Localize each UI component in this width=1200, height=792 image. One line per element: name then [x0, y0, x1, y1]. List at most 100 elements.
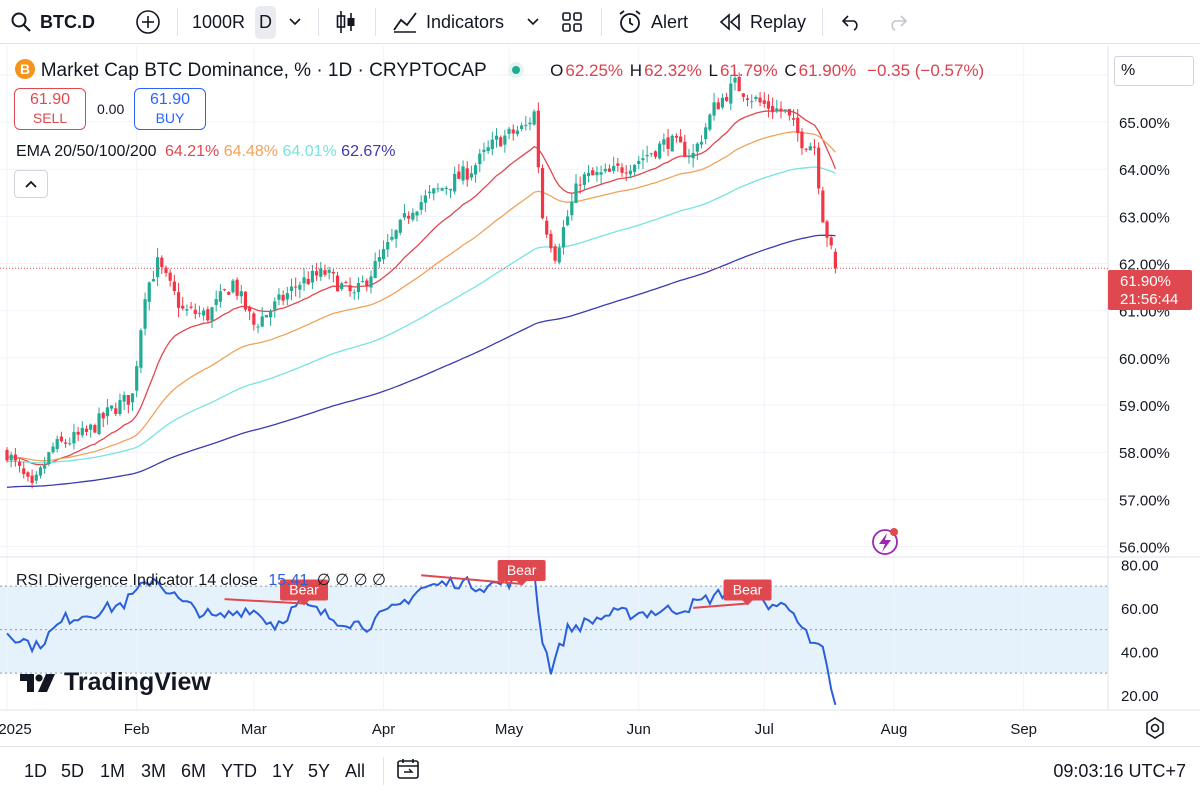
candle-body [294, 286, 298, 288]
range-5d[interactable]: 5D [61, 761, 84, 782]
candle-body [381, 249, 386, 260]
candle-body [423, 195, 427, 203]
close-label: C [784, 61, 797, 80]
candle-body [490, 139, 494, 150]
settings-gear-icon[interactable] [1143, 716, 1167, 740]
candle-body [750, 101, 754, 103]
candle-body [34, 474, 38, 481]
range-ytd[interactable]: YTD [221, 761, 257, 782]
high-label: H [629, 61, 643, 80]
grid-icon [562, 12, 582, 32]
candle-body [415, 211, 419, 216]
templates-button[interactable] [561, 0, 583, 44]
compare-symbol-button[interactable] [135, 0, 161, 44]
candle-body [528, 122, 532, 125]
rsi-axis: 80.00 60.00 40.00 20.00 [1121, 557, 1159, 705]
candle-body [147, 282, 151, 302]
candle-body [599, 172, 603, 175]
range-6m[interactable]: 6M [181, 761, 206, 782]
tradingview-watermark: TradingView [18, 668, 211, 697]
last-price-label: 61.90% 21:56:44 [1108, 270, 1192, 310]
candle-body [84, 428, 89, 432]
range-5y[interactable]: 5Y [308, 761, 330, 782]
symbol-search[interactable]: BTC.D [10, 0, 95, 44]
candle-body [812, 146, 817, 148]
alert-button[interactable]: Alert [617, 0, 688, 44]
interval-dropdown[interactable] [288, 0, 302, 44]
candle-body [670, 135, 674, 152]
chart-type-button[interactable] [335, 0, 357, 44]
candle-body [193, 309, 197, 314]
x-tick-label: Feb [124, 721, 150, 738]
range-1y[interactable]: 1Y [272, 761, 294, 782]
candle-body [540, 168, 545, 219]
change-value: −0.35 (−0.57%) [867, 61, 985, 80]
candle-body [473, 165, 478, 175]
candle-body [716, 102, 720, 110]
collapse-legend-button[interactable] [14, 170, 48, 198]
candle-body [662, 139, 666, 145]
x-tick-label: Jun [627, 721, 651, 738]
candle-body [758, 97, 762, 103]
candle-body [306, 278, 310, 285]
replay-label: Replay [750, 11, 807, 32]
buy-button[interactable]: 61.90 BUY [134, 88, 206, 130]
candle-body [771, 106, 775, 113]
candle-body [637, 160, 641, 165]
candle-body [469, 173, 474, 178]
candle-body [298, 284, 302, 290]
clock-timezone[interactable]: 09:03:16 UTC+7 [1053, 761, 1186, 782]
candle-body [729, 83, 733, 104]
search-icon [11, 12, 31, 32]
date-range-icon[interactable] [396, 757, 420, 781]
candle-body [76, 431, 80, 435]
candle-body [674, 135, 679, 138]
indicators-button[interactable]: Indicators [392, 0, 504, 44]
replay-button[interactable]: Replay [718, 0, 806, 44]
range-1m[interactable]: 1M [100, 761, 125, 782]
range-all[interactable]: All [345, 761, 365, 782]
candle-body [344, 282, 348, 284]
candle-body [398, 219, 402, 233]
candle-body [549, 233, 553, 249]
ema100-value: 64.01% [282, 143, 337, 160]
rsi-tick-label: 40.00 [1121, 644, 1159, 661]
ema-legend: EMA 20/50/100/200 64.21% 64.48% 64.01% 6… [16, 143, 395, 161]
candle-body [745, 98, 750, 101]
bear-label: Bear [733, 582, 763, 598]
candle-body [536, 110, 540, 168]
indicators-label: Indicators [426, 11, 505, 32]
indicators-dropdown[interactable] [526, 0, 540, 44]
candle-body [390, 236, 394, 240]
range-1d[interactable]: 1D [24, 761, 47, 782]
range-3m[interactable]: 3M [141, 761, 166, 782]
candle-body [273, 301, 277, 310]
range-interval-button[interactable]: 1000R [192, 0, 245, 44]
candle-body [122, 394, 126, 402]
candle-body [210, 307, 214, 321]
candle-body [202, 310, 206, 316]
sell-button[interactable]: 61.90 SELL [14, 88, 86, 130]
candle-body [507, 128, 511, 134]
rsi-title: RSI Divergence Indicator 14 close [16, 572, 258, 589]
candle-body [825, 221, 829, 238]
candle-body [678, 136, 683, 143]
y-tick-label: 59.00% [1119, 398, 1170, 415]
toolbar-divider [375, 8, 376, 36]
candle-body [653, 151, 658, 157]
interval-button[interactable]: D [255, 0, 276, 44]
candle-body [323, 270, 327, 275]
candle-body [436, 188, 440, 190]
redo-button[interactable] [887, 0, 909, 44]
candle-body [243, 291, 248, 310]
candle-body [38, 467, 43, 476]
ema-title: EMA 20/50/100/200 [16, 143, 157, 160]
candle-body [135, 366, 139, 391]
candle-body [532, 111, 536, 125]
undo-button[interactable] [840, 0, 862, 44]
percent-scale-toggle[interactable]: % [1114, 56, 1194, 86]
candle-body [432, 188, 436, 194]
toolbar-divider [601, 8, 602, 36]
x-tick-label: Aug [881, 721, 908, 738]
candle-body [109, 405, 114, 409]
